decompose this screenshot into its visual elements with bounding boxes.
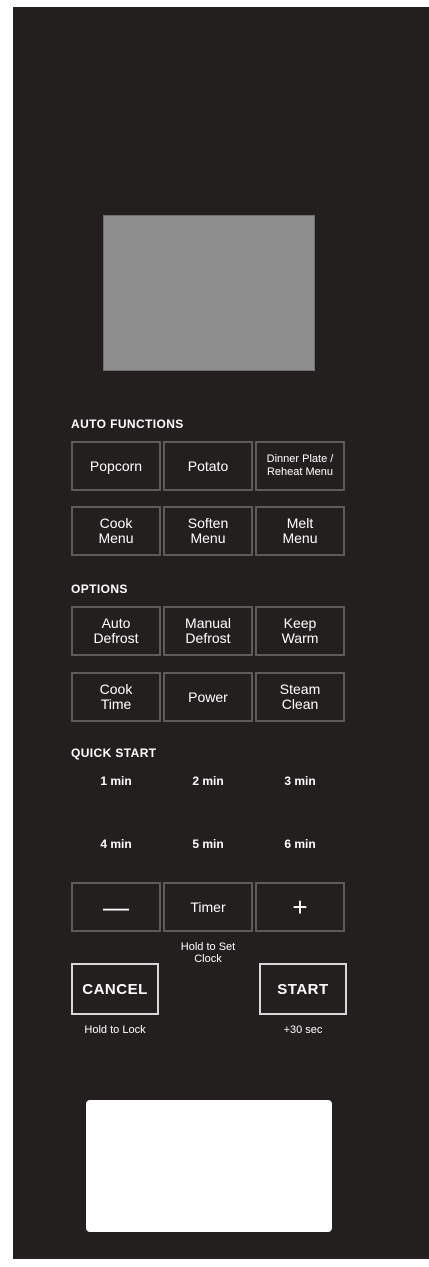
auto-defrost-label: Auto Defrost	[93, 615, 139, 646]
steam-clean-label: Steam Clean	[279, 681, 321, 712]
dinner-plate-label: Dinner Plate / Reheat Menu	[266, 453, 334, 478]
soften-menu-button[interactable]: Soften Menu	[163, 506, 253, 556]
label-plate	[86, 1100, 332, 1232]
manual-defrost-label: Manual Defrost	[185, 615, 231, 646]
cook-menu-button[interactable]: Cook Menu	[71, 506, 161, 556]
potato-label: Potato	[187, 457, 229, 474]
cook-time-button[interactable]: Cook Time	[71, 672, 161, 722]
auto-defrost-button[interactable]: Auto Defrost	[71, 606, 161, 656]
cancel-button[interactable]: CANCEL	[71, 963, 159, 1015]
section-options: OPTIONS	[71, 582, 128, 596]
quick-start-1-min[interactable]: 1 min	[76, 774, 156, 788]
minus-button[interactable]: —	[71, 882, 161, 932]
melt-menu-button[interactable]: Melt Menu	[255, 506, 345, 556]
power-button[interactable]: Power	[163, 672, 253, 722]
keep-warm-button[interactable]: Keep Warm	[255, 606, 345, 656]
dinner-plate-reheat-button[interactable]: Dinner Plate / Reheat Menu	[255, 441, 345, 491]
quick-start-4-min[interactable]: 4 min	[76, 837, 156, 851]
potato-button[interactable]: Potato	[163, 441, 253, 491]
cancel-label: CANCEL	[82, 980, 148, 998]
manual-defrost-button[interactable]: Manual Defrost	[163, 606, 253, 656]
popcorn-label: Popcorn	[89, 457, 143, 474]
cancel-hint: Hold to Lock	[84, 1024, 146, 1036]
quick-start-5-min[interactable]: 5 min	[168, 837, 248, 851]
quick-start-3-min[interactable]: 3 min	[260, 774, 340, 788]
section-auto-functions: AUTO FUNCTIONS	[71, 417, 184, 431]
start-label: START	[277, 980, 329, 998]
start-hint: +30 sec	[283, 1024, 323, 1036]
quick-start-6-min[interactable]: 6 min	[260, 837, 340, 851]
timer-hint: Hold to Set Clock	[180, 941, 236, 965]
cook-time-label: Cook Time	[99, 681, 133, 712]
keep-warm-label: Keep Warm	[281, 615, 319, 646]
popcorn-button[interactable]: Popcorn	[71, 441, 161, 491]
timer-button[interactable]: Timer	[163, 882, 253, 932]
timer-label: Timer	[190, 898, 226, 915]
power-label: Power	[188, 688, 228, 705]
soften-menu-label: Soften Menu	[187, 515, 229, 546]
cook-menu-label: Cook Menu	[98, 515, 134, 546]
minus-icon: —	[103, 892, 129, 922]
plus-button[interactable]: +	[255, 882, 345, 932]
section-quick-start: QUICK START	[71, 746, 157, 760]
steam-clean-button[interactable]: Steam Clean	[255, 672, 345, 722]
start-button[interactable]: START	[259, 963, 347, 1015]
quick-start-2-min[interactable]: 2 min	[168, 774, 248, 788]
plus-icon: +	[292, 892, 308, 922]
melt-menu-label: Melt Menu	[282, 515, 318, 546]
display-screen	[103, 215, 315, 371]
